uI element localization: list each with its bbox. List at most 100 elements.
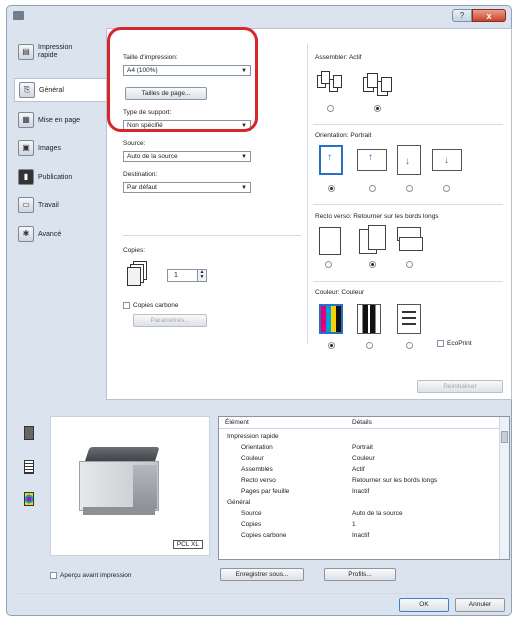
copies-value: 1 bbox=[174, 272, 178, 279]
copies-icon bbox=[127, 261, 147, 287]
sidebar-item-label: Général bbox=[39, 86, 64, 94]
sidebar: ▤ Impression rapide ⎘ Général ▦ Mise en … bbox=[14, 28, 106, 400]
row-value: Auto de la source bbox=[352, 510, 403, 517]
row-value: 1 bbox=[352, 521, 356, 528]
row-key: Copies bbox=[241, 521, 262, 528]
sidebar-item-job[interactable]: ▭ Travail bbox=[14, 193, 106, 217]
layout-icon: ▦ bbox=[18, 112, 34, 128]
duplex-label: Recto verso: Retourner sur les bords lon… bbox=[315, 213, 439, 220]
source-label: Source: bbox=[123, 140, 146, 147]
list-item: Copies 1 bbox=[219, 521, 499, 532]
row-key: Général bbox=[227, 499, 251, 506]
color-mode-icon[interactable] bbox=[319, 304, 343, 334]
sidebar-item-advanced[interactable]: ✱ Avancé bbox=[14, 222, 106, 246]
color-mode-radio[interactable] bbox=[328, 342, 335, 349]
arrow-up-icon: ↑ bbox=[368, 152, 373, 163]
collate-label: Assembler: Actif bbox=[315, 54, 362, 61]
list-item: Orientation Portrait bbox=[219, 444, 499, 455]
grayscale-mode-icon[interactable] bbox=[357, 304, 381, 334]
grayscale-mode-radio[interactable] bbox=[366, 342, 373, 349]
landscape-rotated-radio[interactable] bbox=[443, 185, 450, 192]
chevron-down-icon: ▼ bbox=[241, 154, 247, 160]
row-key: Pages par feuille bbox=[241, 488, 290, 495]
print-preview-label: Aperçu avant impression bbox=[60, 572, 132, 579]
duplex-long-edge-icon[interactable] bbox=[359, 225, 387, 255]
save-as-button[interactable]: Enregistrer sous... bbox=[220, 568, 304, 581]
collated-radio[interactable] bbox=[374, 105, 381, 112]
list-item: Source Auto de la source bbox=[219, 510, 499, 521]
document-view-icon[interactable] bbox=[24, 460, 34, 474]
uncollated-radio[interactable] bbox=[327, 105, 334, 112]
sidebar-item-publication[interactable]: ▮ Publication bbox=[14, 165, 106, 189]
help-button[interactable]: ? bbox=[452, 9, 472, 22]
settings-summary-list[interactable]: Élément Détails Impression rapide Orient… bbox=[218, 416, 510, 560]
landscape-orientation-icon[interactable]: ↑ bbox=[357, 149, 387, 171]
stepper-arrows-icon[interactable]: ▲ ▼ bbox=[197, 270, 206, 281]
job-icon: ▭ bbox=[18, 197, 34, 213]
portrait-radio[interactable] bbox=[328, 185, 335, 192]
duplex-long-edge-radio[interactable] bbox=[369, 261, 376, 268]
ecoprint-checkbox[interactable] bbox=[437, 340, 444, 347]
carbon-copies-label: Copies carbone bbox=[133, 302, 179, 309]
reset-button[interactable]: Réinitialiser bbox=[417, 380, 503, 393]
row-key: Orientation bbox=[241, 444, 273, 451]
simplex-icon[interactable] bbox=[319, 227, 341, 255]
sidebar-item-label: Impression rapide bbox=[38, 44, 73, 59]
profiles-button[interactable]: Profils... bbox=[324, 568, 396, 581]
ok-button[interactable]: OK bbox=[399, 598, 449, 612]
arrow-down-icon: ↓ bbox=[405, 156, 410, 167]
sidebar-item-label: Travail bbox=[38, 201, 59, 209]
row-key: Recto verso bbox=[241, 477, 276, 484]
list-item: Assemblés Actif bbox=[219, 466, 499, 477]
sidebar-item-label: Mise en page bbox=[38, 116, 81, 124]
color-view-icon[interactable] bbox=[24, 492, 34, 506]
sidebar-item-label: Avancé bbox=[38, 230, 62, 238]
portrait-rotated-radio[interactable] bbox=[406, 185, 413, 192]
sidebar-item-general[interactable]: ⎘ Général bbox=[14, 78, 106, 102]
landscape-rotated-orientation-icon[interactable]: ↓ bbox=[432, 149, 462, 171]
destination-select[interactable]: Par défaut ▼ bbox=[123, 182, 251, 193]
landscape-radio[interactable] bbox=[369, 185, 376, 192]
printer-preview: PCL XL bbox=[50, 416, 210, 556]
list-item: Couleur Couleur bbox=[219, 455, 499, 466]
collated-icon[interactable] bbox=[363, 69, 393, 99]
sidebar-item-quick-print[interactable]: ▤ Impression rapide bbox=[14, 38, 106, 66]
printer-view-icon[interactable] bbox=[24, 426, 34, 440]
parameters-button[interactable]: Paramètres... bbox=[133, 314, 207, 327]
close-button[interactable]: x bbox=[472, 9, 506, 22]
general-icon: ⎘ bbox=[19, 82, 35, 98]
carbon-copies-checkbox[interactable] bbox=[123, 302, 130, 309]
portrait-orientation-icon[interactable]: ↑ bbox=[319, 145, 343, 175]
sidebar-item-label: Images bbox=[38, 144, 61, 152]
list-item: Copies carbone Inactif bbox=[219, 532, 499, 543]
row-value: Couleur bbox=[352, 455, 375, 462]
sidebar-item-images[interactable]: ▣ Images bbox=[14, 136, 106, 160]
monochrome-mode-icon[interactable] bbox=[397, 304, 421, 334]
duplex-short-edge-icon[interactable] bbox=[397, 227, 423, 253]
footer-divider bbox=[14, 593, 506, 594]
duplex-short-edge-radio[interactable] bbox=[406, 261, 413, 268]
row-value: Portrait bbox=[352, 444, 373, 451]
element-column-header: Élément bbox=[225, 419, 249, 426]
scroll-thumb[interactable] bbox=[501, 431, 508, 443]
images-icon: ▣ bbox=[18, 140, 34, 156]
row-key: Source bbox=[241, 510, 262, 517]
app-icon bbox=[13, 11, 24, 20]
uncollated-icon[interactable] bbox=[317, 69, 343, 99]
divider bbox=[123, 235, 301, 236]
copies-stepper[interactable]: 1 ▲ ▼ bbox=[167, 269, 207, 282]
advanced-icon: ✱ bbox=[18, 226, 34, 242]
print-preferences-window: ? x ▤ Impression rapide ⎘ Général ▦ Mise… bbox=[6, 5, 512, 616]
details-scrollbar[interactable] bbox=[499, 417, 509, 559]
monochrome-mode-radio[interactable] bbox=[406, 342, 413, 349]
portrait-rotated-orientation-icon[interactable]: ↓ bbox=[397, 145, 421, 175]
source-select[interactable]: Auto de la source ▼ bbox=[123, 151, 251, 162]
cancel-button[interactable]: Annuler bbox=[455, 598, 505, 612]
simplex-radio[interactable] bbox=[325, 261, 332, 268]
row-key: Copies carbone bbox=[241, 532, 287, 539]
chevron-down-icon: ▼ bbox=[241, 185, 247, 191]
print-preview-checkbox[interactable] bbox=[50, 572, 57, 579]
row-key: Couleur bbox=[241, 455, 264, 462]
sidebar-item-layout[interactable]: ▦ Mise en page bbox=[14, 108, 106, 132]
divider bbox=[313, 124, 503, 125]
